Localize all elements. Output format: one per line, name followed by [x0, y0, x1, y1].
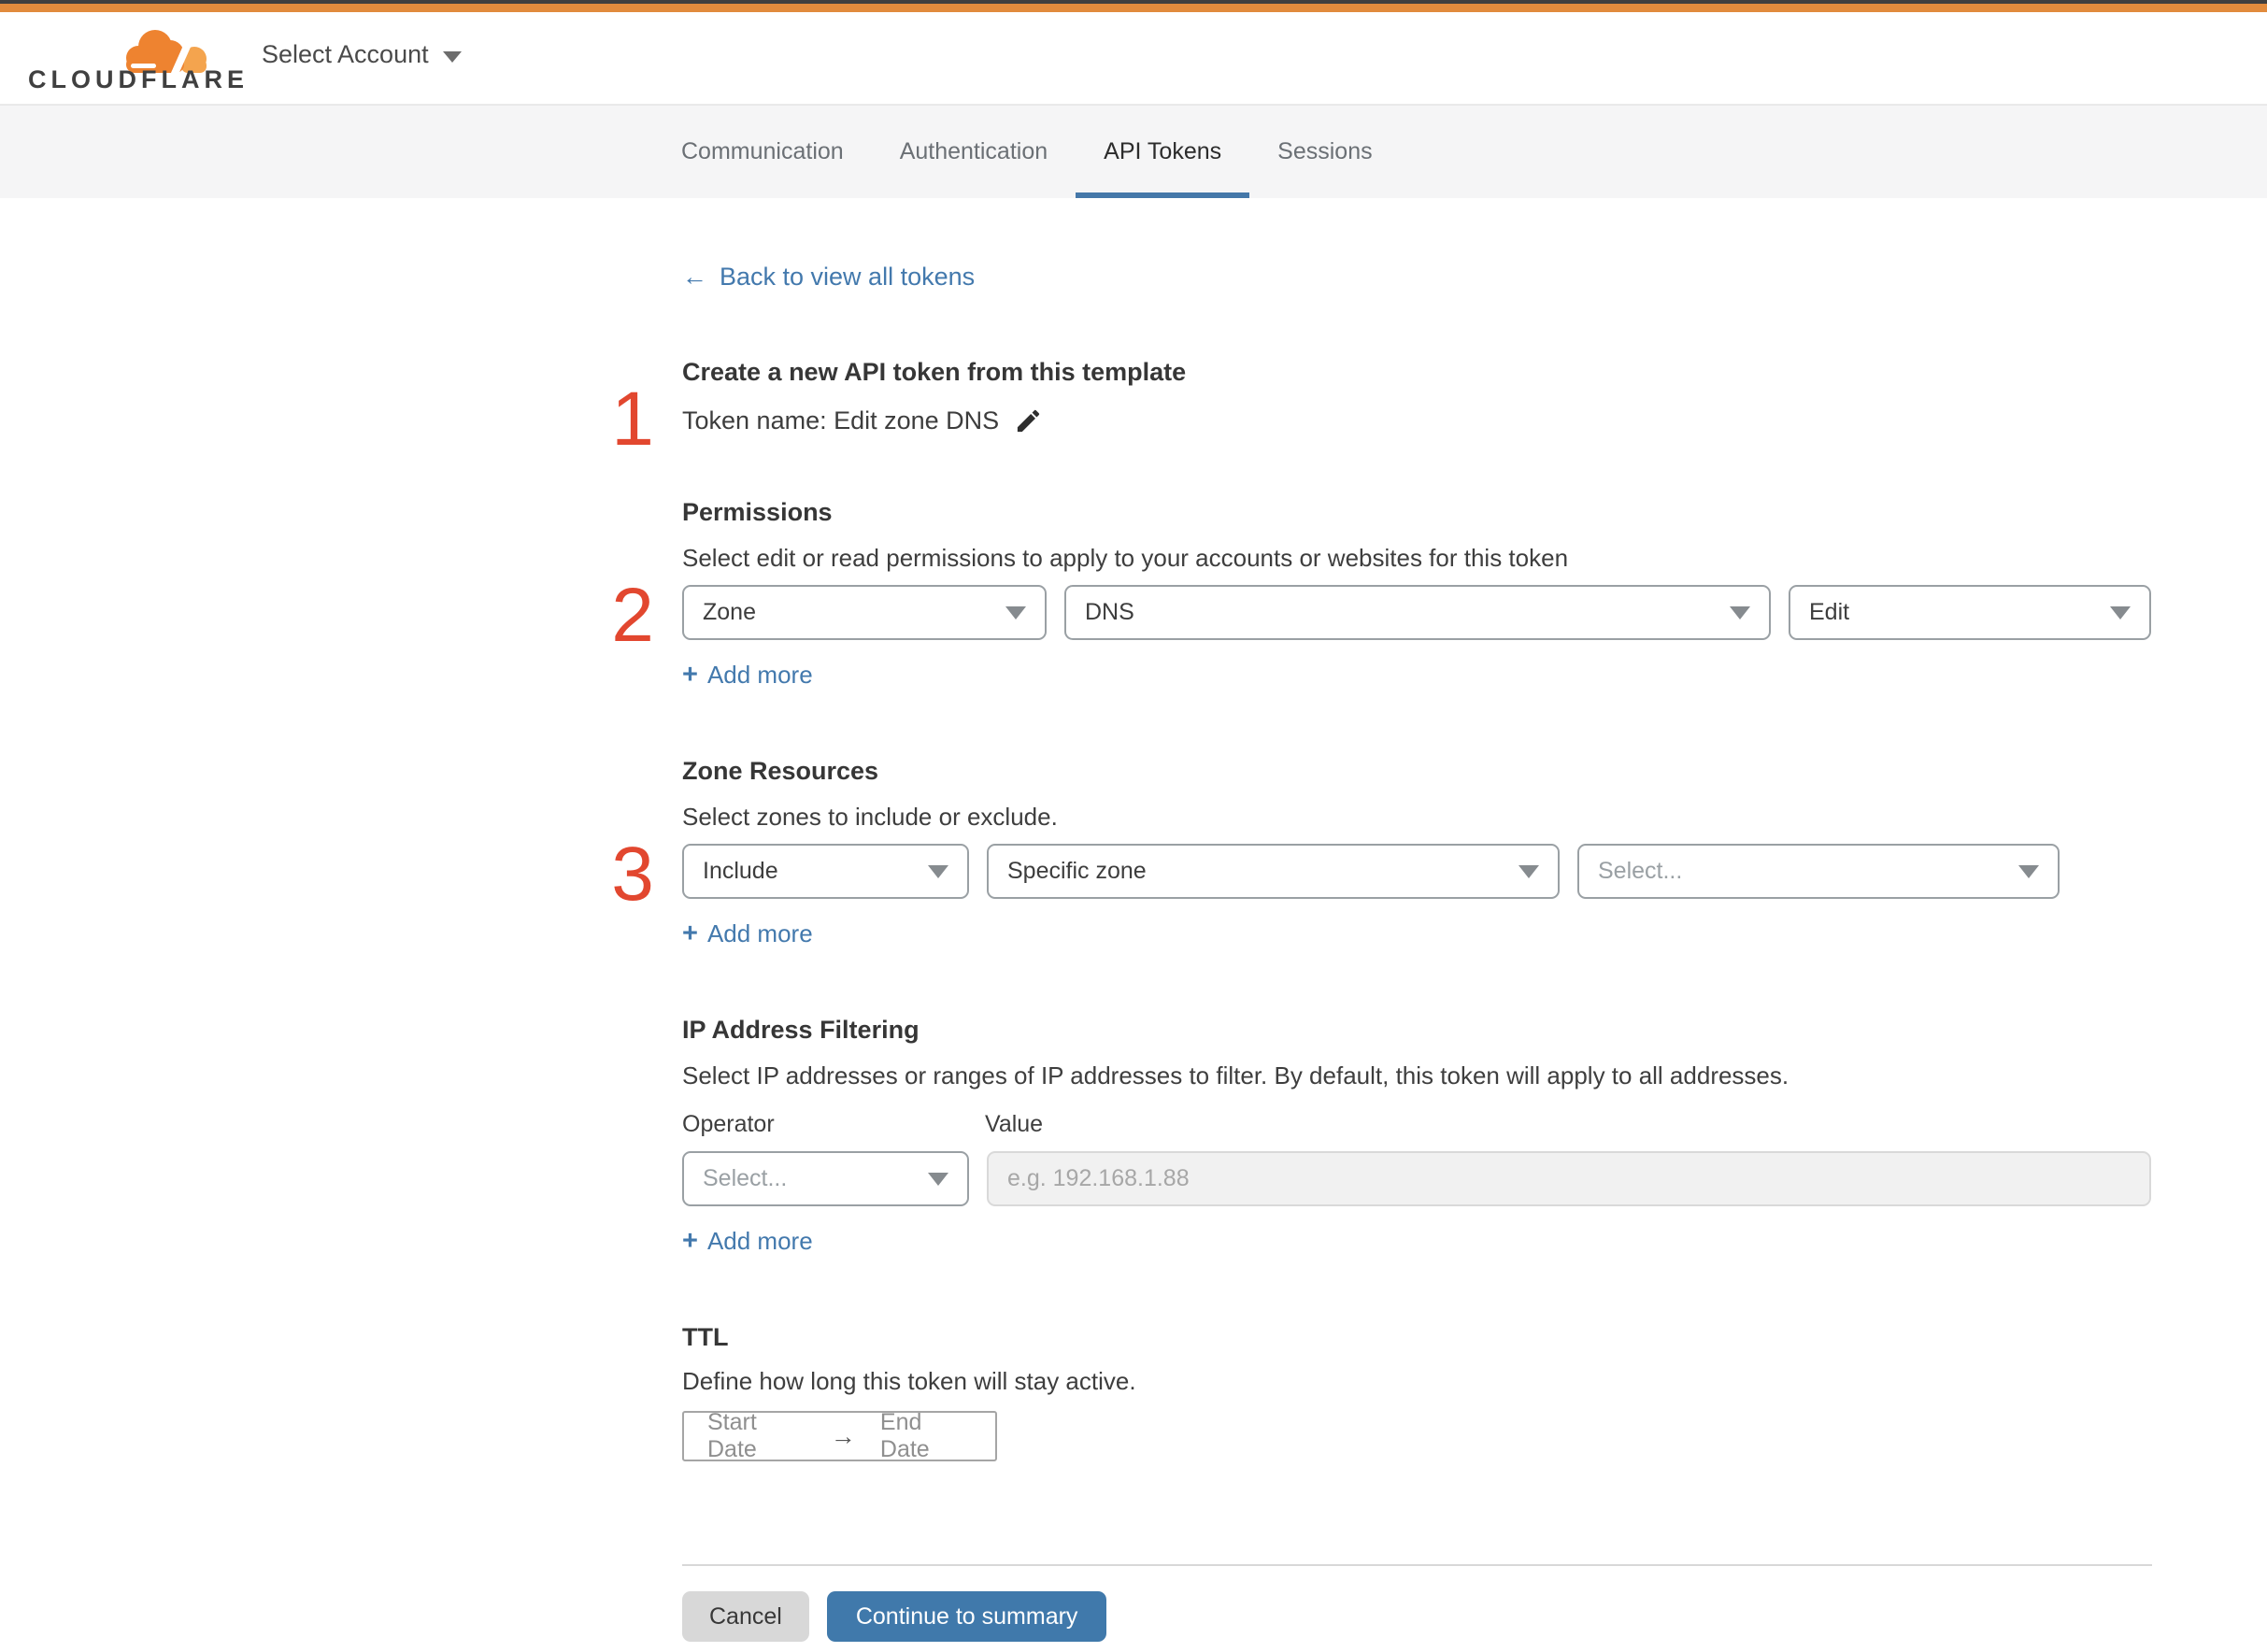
zone-resources-description: Select zones to include or exclude.: [682, 803, 1058, 831]
start-date-placeholder: Start Date: [707, 1409, 757, 1462]
zone-resources-row: Include Specific zone Select...: [682, 844, 2152, 899]
step-annotation-1: 1: [611, 377, 654, 462]
caret-down-icon: [1005, 605, 1026, 620]
logo-wordmark: CLOUDFLARE: [28, 65, 249, 93]
zone-mode-select[interactable]: Include: [682, 844, 969, 899]
back-to-tokens-link[interactable]: ← Back to view all tokens: [682, 262, 975, 292]
permissions-title: Permissions: [682, 498, 833, 526]
add-more-label: Add more: [706, 1227, 813, 1255]
token-name-row: Token name: Edit zone DNS: [682, 406, 2152, 435]
ip-filtering-title: IP Address Filtering: [682, 1016, 920, 1044]
zone-type-value: Specific zone: [1007, 858, 1147, 884]
permissions-add-more-button[interactable]: + Add more: [682, 661, 813, 689]
continue-to-summary-button[interactable]: Continue to summary: [826, 1591, 1107, 1642]
add-more-label: Add more: [706, 661, 813, 689]
permission-resource-value: DNS: [1085, 599, 1134, 625]
end-date-placeholder: End Date: [879, 1409, 930, 1462]
ttl-date-range-picker[interactable]: Start Date → End Date: [682, 1409, 997, 1462]
add-more-label: Add more: [706, 919, 813, 947]
zone-picker-placeholder: Select...: [1598, 858, 1683, 884]
permission-resource-select[interactable]: DNS: [1064, 585, 1771, 640]
cancel-button[interactable]: Cancel: [682, 1591, 809, 1642]
footer-actions: Cancel Continue to summary: [682, 1591, 2152, 1642]
caret-down-icon: [928, 1172, 948, 1186]
zone-picker-select[interactable]: Select...: [1577, 844, 2060, 899]
plus-icon: +: [682, 1226, 698, 1256]
zone-resources-title: Zone Resources: [682, 757, 879, 785]
token-template-form: ← Back to view all tokens Create a new A…: [0, 198, 2152, 1642]
tab-sessions[interactable]: Sessions: [1249, 106, 1400, 198]
tab-authentication[interactable]: Authentication: [872, 106, 1076, 198]
app-header: CLOUDFLARE Select Account: [0, 12, 2267, 105]
plus-icon: +: [682, 919, 698, 948]
ip-filtering-labels: Operator Value: [682, 1110, 2152, 1138]
right-arrow-icon: →: [830, 1421, 856, 1450]
ip-filtering-add-more-button[interactable]: + Add more: [682, 1227, 813, 1255]
ttl-title: TTL: [682, 1323, 729, 1351]
ip-filtering-description: Select IP addresses or ranges of IP addr…: [682, 1061, 1789, 1089]
tab-api-tokens[interactable]: API Tokens: [1076, 106, 1249, 198]
caret-down-icon: [928, 864, 948, 878]
caret-down-icon: [1730, 605, 1750, 620]
footer-divider: [682, 1564, 2152, 1566]
account-selector-label: Select Account: [262, 40, 429, 68]
ip-filtering-row: Select...: [682, 1151, 2152, 1206]
value-label: Value: [985, 1111, 1044, 1137]
permissions-description: Select edit or read permissions to apply…: [682, 544, 1569, 572]
back-link-label: Back to view all tokens: [720, 263, 976, 291]
zone-resources-add-more-button[interactable]: + Add more: [682, 919, 813, 947]
permission-access-select[interactable]: Edit: [1789, 585, 2151, 640]
page: CLOUDFLARE Select Account Communication …: [0, 0, 2267, 1652]
permissions-row: Zone DNS Edit: [682, 585, 2152, 640]
caret-down-icon: [2110, 605, 2131, 620]
profile-tabs: Communication Authentication API Tokens …: [0, 105, 2267, 198]
permission-scope-select[interactable]: Zone: [682, 585, 1047, 640]
ttl-description: Define how long this token will stay act…: [682, 1367, 1136, 1395]
permission-access-value: Edit: [1809, 599, 1850, 625]
zone-type-select[interactable]: Specific zone: [987, 844, 1560, 899]
ip-value-input[interactable]: [987, 1151, 2151, 1206]
zone-mode-value: Include: [703, 858, 778, 884]
caret-down-icon: [1518, 864, 1539, 878]
operator-label: Operator: [682, 1111, 775, 1137]
brand-accent-bar: [0, 4, 2267, 12]
step-annotation-3: 3: [611, 832, 654, 917]
account-selector[interactable]: Select Account: [262, 40, 462, 69]
ip-operator-placeholder: Select...: [703, 1165, 788, 1191]
permission-scope-value: Zone: [703, 599, 756, 625]
tab-communication[interactable]: Communication: [653, 106, 872, 198]
chevron-down-icon: [442, 50, 462, 63]
template-heading: Create a new API token from this templat…: [682, 358, 1187, 386]
caret-down-icon: [2018, 864, 2039, 878]
left-arrow-icon: ←: [682, 263, 707, 291]
plus-icon: +: [682, 660, 698, 690]
token-name-text: Token name: Edit zone DNS: [682, 406, 1000, 434]
ip-operator-select[interactable]: Select...: [682, 1151, 969, 1206]
cloudflare-logo: CLOUDFLARE: [28, 18, 244, 102]
edit-pencil-icon[interactable]: [1014, 406, 1043, 435]
step-annotation-2: 2: [611, 573, 654, 658]
